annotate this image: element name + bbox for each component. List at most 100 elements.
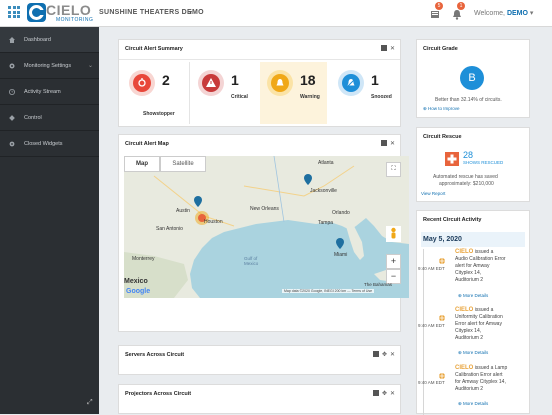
minimize-icon[interactable] [373, 351, 379, 357]
activity-time: 9:40 AM EDT [418, 380, 445, 385]
plus-circle-icon: ⊕ [423, 106, 427, 111]
close-icon[interactable]: ✕ [390, 140, 395, 147]
welcome-label: Welcome, [474, 10, 505, 17]
grade-card: Circuit Grade B Better than 32.14% of ci… [416, 39, 530, 118]
settings-icon [9, 141, 15, 147]
sidebar-item-label: Activity Stream [24, 89, 61, 95]
sidebar-item-label: Dashboard [24, 37, 51, 43]
cielo-activity-icon [438, 309, 446, 322]
bell-icon [271, 74, 289, 92]
alert-label: Snoozed [371, 94, 392, 100]
rescue-card: Circuit Rescue 28 SHOWS RESCUED Automate… [416, 127, 530, 202]
activity-text: CIELO issued a Uniformity Calibration Er… [455, 307, 503, 341]
alert-label: Showstopper [143, 111, 175, 117]
divider [189, 62, 190, 124]
more-details-link[interactable]: ⊕ More Details [458, 350, 488, 356]
minimize-icon[interactable] [381, 45, 387, 51]
sidebar: Dashboard Monitoring Settings ⌄ Activity… [0, 27, 99, 414]
messages-icon[interactable]: 5 [430, 2, 443, 18]
city-label: Atlanta [318, 160, 334, 166]
messages-badge: 5 [435, 2, 443, 10]
collapse-arrows-icon[interactable]: ⤢ [87, 399, 93, 407]
view-report-link[interactable]: View Report [421, 191, 445, 196]
map-pin-icon [304, 174, 312, 185]
card-tools: ✥ ✕ [373, 390, 395, 397]
minimize-icon[interactable] [373, 390, 379, 396]
user-name: DEMO [506, 10, 528, 17]
rescue-cross-icon [445, 152, 459, 166]
city-label: Austin [176, 208, 190, 214]
rescue-text: Automated rescue has saved [433, 174, 498, 180]
move-icon[interactable]: ✥ [382, 390, 387, 397]
alert-summary-card: Circuit Alert Summary ✕ 2 Showstopper 1 … [118, 39, 401, 127]
apps-grid-icon[interactable] [8, 6, 20, 18]
region-label: The Bahamas [364, 282, 393, 287]
sidebar-item-label: Closed Widgets [24, 141, 63, 147]
alert-critical[interactable]: 1 Critical [191, 62, 258, 124]
alert-count: 18 [300, 72, 316, 88]
caret-down-icon: ▾ [529, 10, 534, 17]
sidebar-item-label: Monitoring Settings [24, 63, 72, 69]
close-icon[interactable]: ✕ [390, 351, 395, 358]
grade-text: Better than 32.14% of circuits. [435, 97, 502, 103]
rescue-count-label: SHOWS RESCUED [463, 160, 504, 165]
bell-icon[interactable]: 1 [452, 2, 465, 20]
city-label: Miami [334, 252, 348, 258]
plus-circle-icon: ⊕ [458, 350, 462, 355]
sidebar-item-activity-stream[interactable]: Activity Stream [0, 79, 99, 105]
minimize-icon[interactable] [381, 140, 387, 146]
card-title: Circuit Alert Map [125, 141, 169, 147]
how-to-improve-link[interactable]: ⊕ How to Improve [423, 106, 460, 112]
showstopper-icon [133, 74, 151, 92]
activity-text: CIELO issued a Audio Calibration Error a… [455, 249, 506, 283]
gear-icon [9, 63, 15, 69]
alert-warning[interactable]: 18 Warning [260, 62, 327, 124]
close-icon[interactable]: ✕ [390, 390, 395, 397]
city-label: Houston [204, 219, 223, 225]
more-details-link[interactable]: ⊕ More Details [458, 401, 488, 407]
close-icon[interactable]: ✕ [390, 45, 395, 52]
more-details-link[interactable]: ⊕ More Details [458, 293, 488, 299]
map-view[interactable]: Map Satellite ⛶ + − Austin Houston San A… [124, 156, 409, 298]
sidebar-item-closed-widgets[interactable]: Closed Widgets [0, 131, 99, 157]
logo-word: CIELO [46, 2, 92, 18]
rescue-count: 28 [463, 150, 474, 160]
alert-ring [267, 70, 293, 96]
alert-showstopper[interactable]: 2 Showstopper [122, 62, 189, 124]
sidebar-item-monitoring-settings[interactable]: Monitoring Settings ⌄ [0, 53, 99, 79]
card-tools: ✕ [381, 45, 395, 52]
card-title: Recent Circuit Activity [423, 217, 482, 223]
city-label: Orlando [332, 210, 350, 216]
card-title: Servers Across Circuit [125, 352, 185, 358]
caret-down-icon[interactable]: ▾ [189, 9, 192, 16]
card-tools: ✕ [381, 140, 395, 147]
activity-time: 9:40 AM EDT [418, 266, 445, 271]
alert-ring [338, 70, 364, 96]
user-menu[interactable]: Welcome, DEMO ▾ [474, 9, 533, 17]
map-pin-icon [194, 196, 202, 207]
plus-circle-icon: ⊕ [458, 293, 462, 298]
map-attribution[interactable]: Map data ©2020 Google, INEGI 200 km ⎯⎯ T… [282, 289, 375, 293]
alert-label: Critical [231, 94, 248, 100]
google-logo: Google [126, 288, 151, 295]
warning-triangle-icon [202, 74, 220, 92]
timeline-line [423, 249, 424, 415]
projectors-card: Projectors Across Circuit ✥ ✕ [118, 384, 401, 414]
alert-ring [129, 70, 155, 96]
sidebar-item-label: Control [24, 115, 42, 121]
cielo-logo[interactable]: CIELO MONITORING [27, 2, 93, 24]
card-title: Circuit Grade [423, 46, 458, 52]
grade-badge: B [460, 66, 484, 90]
clock-icon [9, 89, 15, 95]
card-title: Circuit Alert Summary [125, 46, 183, 52]
divider [119, 59, 400, 60]
city-label: Jacksonville [310, 188, 337, 194]
snooze-bell-icon [342, 74, 360, 92]
sea-label: Gulf of Mexico [244, 256, 259, 266]
sidebar-item-control[interactable]: Control [0, 105, 99, 131]
alert-snoozed[interactable]: 1 Snoozed [331, 62, 398, 124]
move-icon[interactable]: ✥ [382, 351, 387, 358]
sidebar-item-dashboard[interactable]: Dashboard [0, 27, 99, 53]
home-icon [9, 37, 15, 43]
rescue-text: approximately: $210,000 [439, 181, 494, 187]
